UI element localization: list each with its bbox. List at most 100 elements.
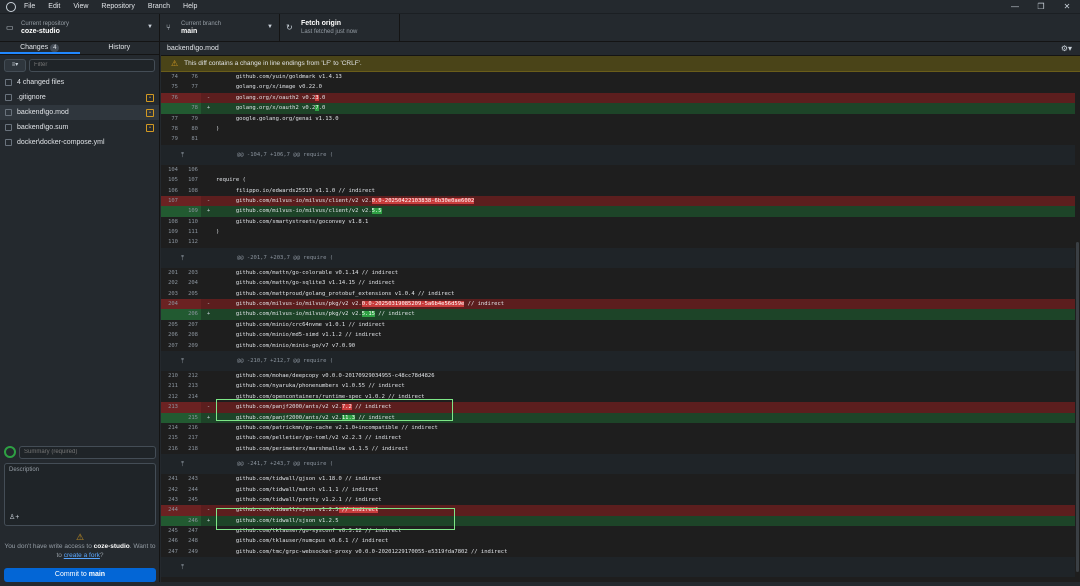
diff-marker bbox=[201, 165, 216, 175]
old-line-number: 104 bbox=[168, 166, 178, 173]
expand-icon[interactable]: ⤒ bbox=[161, 454, 204, 474]
new-line-number: 247 bbox=[188, 528, 198, 535]
select-all-checkbox[interactable] bbox=[5, 79, 12, 86]
sidebar: Changes4 History ≡▾ 4 changed files .git… bbox=[0, 42, 160, 582]
create-fork-link[interactable]: create a fork bbox=[64, 552, 100, 559]
file-path: backend\go.mod bbox=[167, 45, 219, 52]
hunk-header: ⤒ @@ -104,7 +106,7 @@ require ( bbox=[161, 144, 1080, 165]
code-suffix: // indirect bbox=[464, 301, 505, 308]
fetch-origin-button[interactable]: ↻ Fetch origin Last fetched just now bbox=[280, 14, 400, 41]
file-checkbox[interactable] bbox=[5, 139, 12, 146]
commit-button-branch: main bbox=[88, 571, 106, 578]
warning-end: ? bbox=[99, 552, 104, 559]
code-text: github.com/pelletier/go-toml/v2 v2.2.3 /… bbox=[216, 433, 1080, 443]
fetch-origin-label: Fetch origin bbox=[301, 19, 342, 27]
new-line-number: 107 bbox=[188, 177, 198, 184]
menu-file[interactable]: File bbox=[24, 3, 35, 10]
file-name: docker\docker-compose.yml bbox=[17, 139, 105, 146]
old-line-number: 207 bbox=[168, 342, 178, 349]
vertical-scrollbar[interactable] bbox=[1075, 72, 1080, 580]
filter-options-button[interactable]: ≡▾ bbox=[4, 58, 26, 72]
commit-button-label: Commit to bbox=[54, 571, 87, 578]
maximize-button[interactable]: ❐ bbox=[1028, 2, 1054, 11]
expand-icon[interactable]: ⤒ bbox=[161, 248, 204, 268]
file-row[interactable]: .gitignore • bbox=[0, 90, 159, 105]
avatar bbox=[4, 446, 16, 458]
diff-marker bbox=[201, 423, 216, 433]
gear-icon[interactable]: ⚙▾ bbox=[1061, 44, 1072, 53]
add-coauthor-icon[interactable]: ♙+ bbox=[9, 513, 19, 521]
code-prefix: github.com/nyaruka/phonenumbers v1.0.55 … bbox=[216, 383, 405, 390]
added-line: 78 + golang.org/x/oauth2 v0.27.0 bbox=[161, 103, 1080, 114]
diff-marker bbox=[201, 320, 216, 330]
code-suffix: // indirect bbox=[355, 414, 395, 421]
context-line: 109 111 ) bbox=[161, 227, 1080, 237]
code-prefix: github.com/tidwall/gjson v1.18.0 // indi… bbox=[216, 476, 382, 483]
code-prefix: github.com/milvus-io/milvus/client/v2 v2… bbox=[216, 197, 372, 204]
current-branch-button[interactable]: ⑂ Current branch main ▼ bbox=[160, 14, 280, 41]
menu-repository[interactable]: Repository bbox=[101, 3, 134, 10]
expand-icon[interactable]: ⤒ bbox=[161, 145, 204, 165]
expand-icon[interactable]: ⤒ bbox=[161, 557, 204, 577]
code-prefix: ) bbox=[216, 125, 220, 132]
diff-marker: - bbox=[206, 507, 211, 514]
minimize-button[interactable]: — bbox=[1002, 2, 1028, 11]
menu-branch[interactable]: Branch bbox=[148, 3, 170, 10]
menu-edit[interactable]: Edit bbox=[48, 3, 60, 10]
tab-history[interactable]: History bbox=[80, 42, 160, 54]
code-text: ) bbox=[216, 124, 1080, 134]
menu-help[interactable]: Help bbox=[183, 3, 197, 10]
old-line-number: 109 bbox=[168, 229, 178, 236]
warning-icon: ⚠ bbox=[171, 59, 179, 68]
summary-input[interactable] bbox=[19, 445, 156, 459]
file-row[interactable]: backend\go.sum • bbox=[0, 120, 159, 135]
context-line: 242 244 github.com/tidwall/match v1.1.1 /… bbox=[161, 485, 1080, 495]
code-text: github.com/minio/minio-go/v7 v7.0.90 bbox=[216, 341, 1080, 351]
tab-changes[interactable]: Changes 4 bbox=[0, 42, 80, 54]
file-name: backend\go.sum bbox=[17, 124, 69, 131]
old-line-number bbox=[161, 515, 181, 527]
code-prefix: github.com/tidwall/match v1.1.1 // indir… bbox=[216, 486, 379, 493]
file-checkbox[interactable] bbox=[5, 109, 12, 116]
diff-marker: + bbox=[206, 208, 211, 215]
old-line-number: 201 bbox=[168, 269, 178, 276]
context-line: 243 245 github.com/tidwall/pretty v1.2.1 … bbox=[161, 495, 1080, 505]
new-line-number: 106 bbox=[188, 166, 198, 173]
current-repository-button[interactable]: ▭ Current repository coze-studio ▼ bbox=[0, 14, 160, 41]
code-prefix: github.com/tmc/grpc-websocket-proxy v0.0… bbox=[216, 548, 508, 555]
diff-marker bbox=[201, 227, 216, 237]
code-text: github.com/minio/md5-simd v1.1.2 // indi… bbox=[216, 330, 1080, 340]
file-row[interactable]: backend\go.mod • bbox=[0, 105, 159, 120]
close-button[interactable]: ✕ bbox=[1054, 2, 1080, 11]
description-field[interactable]: Description ♙+ bbox=[4, 463, 156, 526]
code-text: github.com/mohae/deepcopy v0.0.0-2017092… bbox=[216, 371, 1080, 381]
new-line-number: 243 bbox=[188, 476, 198, 483]
file-name: .gitignore bbox=[17, 94, 46, 101]
hunk-text bbox=[204, 557, 1080, 577]
changed-token: 0.0-20250422103838-6b30e0ae6002 bbox=[371, 197, 475, 204]
code-prefix: ) bbox=[216, 229, 220, 236]
file-checkbox[interactable] bbox=[5, 124, 12, 131]
code-suffix: .0 bbox=[318, 105, 326, 112]
context-line: 207 209 github.com/minio/minio-go/v7 v7.0… bbox=[161, 341, 1080, 351]
menu-view[interactable]: View bbox=[73, 3, 88, 10]
file-checkbox[interactable] bbox=[5, 94, 12, 101]
diff-marker bbox=[201, 124, 216, 134]
code-prefix: github.com/yuin/goldmark v1.4.13 bbox=[216, 74, 342, 80]
new-line-number: 110 bbox=[188, 218, 198, 225]
code-text: github.com/tidwall/gjson v1.18.0 // indi… bbox=[216, 474, 1080, 484]
deleted-line: 213 - github.com/panjf2000/ants/v2 v2.7.2… bbox=[161, 402, 1080, 413]
scrollbar-thumb[interactable] bbox=[1076, 242, 1079, 572]
file-row[interactable]: docker\docker-compose.yml bbox=[0, 135, 159, 150]
new-line-number bbox=[181, 402, 201, 413]
expand-icon[interactable]: ⤒ bbox=[161, 351, 204, 371]
commit-button[interactable]: Commit to main bbox=[4, 568, 156, 582]
select-all-row[interactable]: 4 changed files bbox=[0, 75, 159, 90]
old-line-number: 245 bbox=[168, 528, 178, 535]
new-line-number: 248 bbox=[188, 538, 198, 545]
current-repository-name: coze-studio bbox=[21, 27, 60, 35]
new-line-number: 216 bbox=[188, 424, 198, 431]
old-line-number: 246 bbox=[168, 538, 178, 545]
filter-input[interactable] bbox=[29, 58, 155, 72]
